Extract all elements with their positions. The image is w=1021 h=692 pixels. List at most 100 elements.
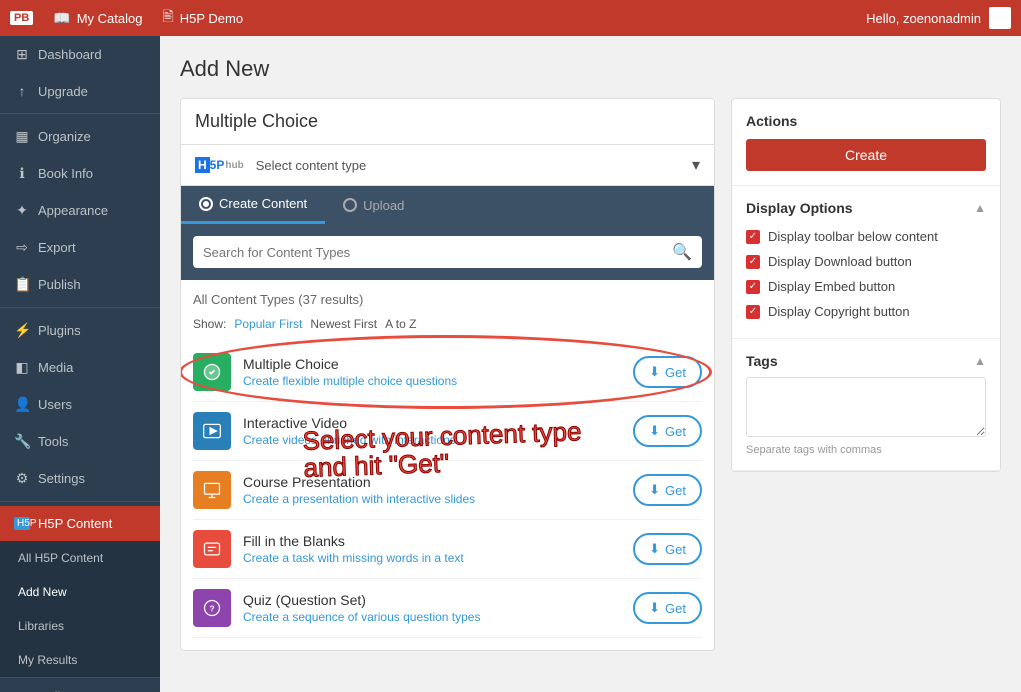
- page-title: Add New: [180, 56, 1001, 82]
- ct-icon-interactive-video: [193, 412, 231, 450]
- ct-desc-course-presentation: Create a presentation with interactive s…: [243, 492, 621, 506]
- content-left: H5Phub Select content type ▾ Create Cont…: [180, 98, 715, 672]
- appearance-icon: ✦: [14, 202, 30, 219]
- sidebar-item-add-new[interactable]: Add New: [0, 575, 160, 609]
- svg-text:?: ?: [210, 603, 215, 613]
- download-icon: ⬇: [649, 600, 660, 616]
- checkbox-download[interactable]: [746, 255, 760, 269]
- checkbox-copyright[interactable]: [746, 305, 760, 319]
- tab-create-content[interactable]: Create Content: [181, 186, 325, 224]
- display-options-label: Display Options: [746, 200, 853, 216]
- get-btn-course-presentation[interactable]: ⬇ Get: [633, 474, 702, 506]
- sidebar-item-dashboard[interactable]: ⊞ Dashboard: [0, 36, 160, 73]
- checkbox-toolbar[interactable]: [746, 230, 760, 244]
- search-icon[interactable]: 🔍: [672, 242, 692, 262]
- create-tab-label: Create Content: [219, 196, 307, 211]
- get-label: Get: [665, 601, 686, 616]
- select-content-type-label: Select content type: [256, 158, 367, 173]
- sidebar-item-settings[interactable]: ⚙ Settings: [0, 460, 160, 497]
- user-greeting: Hello, zoenonadmin: [866, 11, 981, 26]
- add-new-label: Add New: [18, 585, 67, 599]
- tab-upload[interactable]: Upload: [325, 186, 422, 224]
- collapse-arrow-icon[interactable]: ▲: [974, 201, 986, 215]
- libraries-label: Libraries: [18, 619, 64, 633]
- get-btn-interactive-video[interactable]: ⬇ Get: [633, 415, 702, 447]
- content-type-selector: H5Phub Select content type ▾ Create Cont…: [180, 98, 715, 651]
- download-icon: ⬇: [649, 482, 660, 498]
- logo[interactable]: PB: [10, 11, 33, 25]
- topbar: PB 📖 My Catalog 🖹 H5P Demo Hello, zoenon…: [0, 0, 1021, 36]
- tags-input[interactable]: [746, 377, 986, 437]
- tools-icon: 🔧: [14, 433, 30, 450]
- sidebar-item-label: Users: [38, 397, 72, 412]
- sort-az[interactable]: A to Z: [385, 317, 416, 331]
- avatar: [989, 7, 1011, 29]
- check-copyright: Display Copyright button: [746, 299, 986, 324]
- get-btn-fill-blanks[interactable]: ⬇ Get: [633, 533, 702, 565]
- sidebar-item-my-results[interactable]: My Results: [0, 643, 160, 677]
- copyright-label: Display Copyright button: [768, 304, 910, 319]
- sidebar-item-upgrade[interactable]: ↑ Upgrade: [0, 73, 160, 109]
- create-button[interactable]: Create: [746, 139, 986, 171]
- my-results-label: My Results: [18, 653, 77, 667]
- sidebar-item-label: Export: [38, 240, 76, 255]
- download-icon: ⬇: [649, 541, 660, 557]
- sidebar-item-appearance[interactable]: ✦ Appearance: [0, 192, 160, 229]
- get-label: Get: [665, 365, 686, 380]
- sort-popular[interactable]: Popular First: [234, 317, 302, 331]
- my-catalog-link[interactable]: 📖 My Catalog: [53, 10, 142, 27]
- all-types-label: All Content Types: [193, 292, 295, 307]
- upload-tab-label: Upload: [363, 198, 404, 213]
- sidebar: ⊞ Dashboard ↑ Upgrade ▦ Organize ℹ Book …: [0, 36, 160, 692]
- ct-desc-fill-blanks: Create a task with missing words in a te…: [243, 551, 621, 565]
- sidebar-item-label: Settings: [38, 471, 85, 486]
- get-btn-quiz[interactable]: ⬇ Get: [633, 592, 702, 624]
- collapse-icon: ◀: [14, 688, 30, 692]
- sidebar-item-plugins[interactable]: ⚡ Plugins: [0, 312, 160, 349]
- sidebar-item-export[interactable]: ⇨ Export: [0, 229, 160, 266]
- ct-row-quiz: ? Quiz (Question Set) Create a sequence …: [193, 579, 702, 638]
- tags-collapse-icon[interactable]: ▲: [974, 354, 986, 368]
- users-icon: 👤: [14, 396, 30, 413]
- export-icon: ⇨: [14, 239, 30, 256]
- right-panel: Actions Create Display Options ▲: [731, 98, 1001, 672]
- sidebar-item-label: Plugins: [38, 323, 81, 338]
- ct-name-multiple-choice: Multiple Choice: [243, 356, 621, 372]
- sidebar-item-organize[interactable]: ▦ Organize: [0, 118, 160, 155]
- organize-icon: ▦: [14, 128, 30, 145]
- actions-panel: Actions Create Display Options ▲: [731, 98, 1001, 472]
- ct-row-fill-blanks: Fill in the Blanks Create a task with mi…: [193, 520, 702, 579]
- sidebar-item-media[interactable]: ◧ Media: [0, 349, 160, 386]
- h5p-demo-link[interactable]: 🖹 H5P Demo: [162, 6, 243, 30]
- ct-icon-quiz: ?: [193, 589, 231, 627]
- content-title-input[interactable]: [195, 111, 700, 132]
- ct-name-interactive-video: Interactive Video: [243, 415, 621, 431]
- h5p-logo: H5Phub Select content type: [195, 157, 366, 173]
- sidebar-item-all-h5p[interactable]: All H5P Content: [0, 541, 160, 575]
- sidebar-item-users[interactable]: 👤 Users: [0, 386, 160, 423]
- user-info[interactable]: Hello, zoenonadmin: [866, 7, 1011, 29]
- actions-title: Actions: [746, 113, 986, 129]
- get-label: Get: [665, 424, 686, 439]
- checkbox-embed[interactable]: [746, 280, 760, 294]
- sort-newest[interactable]: Newest First: [310, 317, 377, 331]
- sidebar-item-publish[interactable]: 📋 Publish: [0, 266, 160, 303]
- get-btn-multiple-choice[interactable]: ⬇ Get: [633, 356, 702, 388]
- sidebar-item-h5p[interactable]: H5P H5P Content: [0, 506, 160, 541]
- ct-info-course-presentation: Course Presentation Create a presentatio…: [243, 474, 621, 506]
- upload-radio: [343, 198, 357, 212]
- sidebar-item-book-info[interactable]: ℹ Book Info: [0, 155, 160, 192]
- actions-section: Actions Create: [732, 99, 1000, 186]
- sidebar-item-tools[interactable]: 🔧 Tools: [0, 423, 160, 460]
- ct-icon-multiple-choice: [193, 353, 231, 391]
- search-input[interactable]: [203, 245, 672, 260]
- h5p-hub-header[interactable]: H5Phub Select content type ▾: [181, 145, 714, 186]
- sidebar-item-libraries[interactable]: Libraries: [0, 609, 160, 643]
- ct-icon-fill-blanks: [193, 530, 231, 568]
- sidebar-item-collapse[interactable]: ◀ Collapse menu: [0, 678, 160, 692]
- tags-label: Tags: [746, 353, 778, 369]
- search-area: 🔍: [181, 224, 714, 280]
- check-download: Display Download button: [746, 249, 986, 274]
- ct-row-multiple-choice: Multiple Choice Create flexible multiple…: [193, 343, 702, 402]
- tags-section: Tags ▲ Separate tags with commas: [732, 339, 1000, 471]
